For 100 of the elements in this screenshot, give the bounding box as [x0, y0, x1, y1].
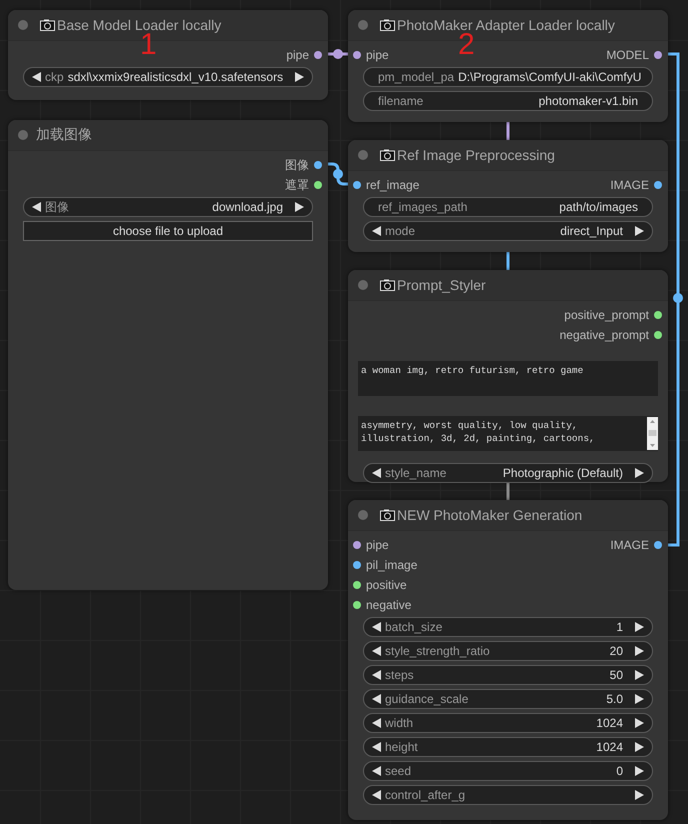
node-title: 加载图像 [36, 126, 92, 144]
output-label: 遮罩 [285, 176, 309, 194]
node-panel[interactable]: Prompt_Styler positive_prompt negative_prompt a woman img, retro futurism, retro game asymmetry, worst quality, low quality, illustration, 3d, 2d, painting, cartoons, style_name Photographic (Default) [348, 270, 668, 482]
text-widget[interactable]: filename photomaker-v1.bin [363, 91, 653, 111]
combo-widget[interactable]: seed 0 [363, 761, 653, 781]
node-panel[interactable]: PhotoMaker Adapter Loader locally pipe MODEL pm_model_pa D:\Programs\ComfyUI-aki\ComfyU filename photomaker-v1.bin 2 [348, 10, 668, 122]
text-widget[interactable]: ref_images_path path/to/images [363, 197, 653, 217]
node-panel[interactable]: Base Model Loader locally pipe ckp sdxl\xxmix9realisticsdxl_v10.safetensors 1 [8, 10, 328, 100]
node-title: Ref Image Preprocessing [397, 147, 555, 163]
widget-value: 0 [616, 764, 623, 778]
collapse-dot-icon[interactable] [18, 20, 28, 30]
input-label: ref_image [366, 178, 420, 192]
widget-label: width [385, 716, 414, 730]
prompt-text-field[interactable]: a woman img, retro futurism, retro game [358, 361, 658, 396]
output-slot-icon[interactable] [654, 311, 662, 319]
widget-value: path/to/images [559, 200, 638, 214]
node-title: PhotoMaker Adapter Loader locally [397, 17, 615, 33]
right-arrow-icon[interactable] [295, 202, 304, 212]
combo-widget[interactable]: control_after_g [363, 785, 653, 805]
left-arrow-icon[interactable] [372, 718, 381, 728]
input-slot-icon[interactable] [353, 581, 361, 589]
link-wire [506, 252, 510, 270]
output-slot-icon[interactable] [314, 161, 322, 169]
node-title: Base Model Loader locally [57, 17, 222, 33]
output-slot-icon[interactable] [654, 541, 662, 549]
node-panel[interactable]: NEW PhotoMaker Generation pipe IMAGE pil_image positive negative batch_size 1 style_strength_ratio 20 steps 50 guidance_scale 5.0 width 1024 height 1024 seed 0 control_after_g [348, 500, 668, 820]
output-label: positive_prompt [564, 308, 649, 322]
left-arrow-icon[interactable] [372, 226, 381, 236]
combo-widget[interactable]: style_name Photographic (Default) [363, 463, 653, 483]
right-arrow-icon[interactable] [635, 646, 644, 656]
output-slot-icon[interactable] [314, 51, 322, 59]
input-label: pipe [366, 48, 389, 62]
widget-value: 20 [610, 644, 623, 658]
input-slot-icon[interactable] [353, 51, 361, 59]
combo-widget[interactable]: width 1024 [363, 713, 653, 733]
collapse-dot-icon[interactable] [358, 280, 368, 290]
input-label: negative [366, 598, 412, 612]
combo-widget[interactable]: ckp sdxl\xxmix9realisticsdxl_v10.safetensors [23, 67, 313, 87]
combo-widget[interactable]: steps 50 [363, 665, 653, 685]
right-arrow-icon[interactable] [635, 226, 644, 236]
combo-widget[interactable]: batch_size 1 [363, 617, 653, 637]
left-arrow-icon[interactable] [32, 72, 41, 82]
node-panel[interactable]: Ref Image Preprocessing ref_image IMAGE ref_images_path path/to/images mode direct_Input [348, 140, 668, 252]
input-slot-icon[interactable] [353, 181, 361, 189]
combo-widget[interactable]: 图像 download.jpg [23, 197, 313, 217]
combo-widget[interactable]: height 1024 [363, 737, 653, 757]
output-slot-icon[interactable] [654, 181, 662, 189]
output-slot-icon[interactable] [314, 181, 322, 189]
right-arrow-icon[interactable] [635, 718, 644, 728]
output-slot-icon[interactable] [654, 51, 662, 59]
collapse-dot-icon[interactable] [18, 130, 28, 140]
widget-label: filename [378, 94, 424, 108]
input-slot-icon[interactable] [353, 561, 361, 569]
right-arrow-icon[interactable] [635, 742, 644, 752]
combo-widget[interactable]: guidance_scale 5.0 [363, 689, 653, 709]
output-label: 图像 [285, 156, 309, 174]
text-widget[interactable]: pm_model_pa D:\Programs\ComfyUI-aki\ComfyU [363, 67, 653, 87]
widget-label: mode [385, 224, 416, 238]
node-title: NEW PhotoMaker Generation [397, 507, 582, 523]
left-arrow-icon[interactable] [372, 646, 381, 656]
node-panel[interactable]: 加载图像 图像 遮罩 图像 download.jpg choose file to upload [8, 120, 328, 590]
scrollbar[interactable] [647, 417, 658, 450]
left-arrow-icon[interactable] [372, 670, 381, 680]
right-arrow-icon[interactable] [635, 670, 644, 680]
input-label: pipe [366, 538, 389, 552]
right-arrow-icon[interactable] [635, 694, 644, 704]
right-arrow-icon[interactable] [295, 72, 304, 82]
output-label: pipe [286, 48, 309, 62]
node-title: Prompt_Styler [397, 277, 486, 293]
input-slot-icon[interactable] [353, 601, 361, 609]
widget-value: 1024 [596, 740, 623, 754]
widget-value: direct_Input [560, 224, 623, 238]
right-arrow-icon[interactable] [635, 790, 644, 800]
right-arrow-icon[interactable] [635, 622, 644, 632]
collapse-dot-icon[interactable] [358, 150, 368, 160]
collapse-dot-icon[interactable] [358, 510, 368, 520]
right-arrow-icon[interactable] [635, 468, 644, 478]
widget-value: photomaker-v1.bin [538, 94, 638, 108]
widget-label: 图像 [45, 198, 69, 216]
left-arrow-icon[interactable] [372, 790, 381, 800]
output-slot-icon[interactable] [654, 331, 662, 339]
widget-label: ckp [45, 70, 64, 84]
combo-widget[interactable]: style_strength_ratio 20 [363, 641, 653, 661]
left-arrow-icon[interactable] [372, 694, 381, 704]
left-arrow-icon[interactable] [372, 742, 381, 752]
left-arrow-icon[interactable] [32, 202, 41, 212]
widget-label: height [385, 740, 418, 754]
annotation-number: 1 [140, 30, 157, 60]
input-slot-icon[interactable] [353, 541, 361, 549]
input-label: pil_image [366, 558, 418, 572]
combo-widget[interactable]: mode direct_Input [363, 221, 653, 241]
link-wire [506, 122, 510, 140]
collapse-dot-icon[interactable] [358, 20, 368, 30]
upload-button[interactable]: choose file to upload [23, 221, 313, 241]
widget-label: style_strength_ratio [385, 644, 490, 658]
left-arrow-icon[interactable] [372, 622, 381, 632]
widget-value: sdxl\xxmix9realisticsdxl_v10.safetensors [68, 70, 284, 84]
left-arrow-icon[interactable] [372, 766, 381, 776]
right-arrow-icon[interactable] [635, 766, 644, 776]
left-arrow-icon[interactable] [372, 468, 381, 478]
